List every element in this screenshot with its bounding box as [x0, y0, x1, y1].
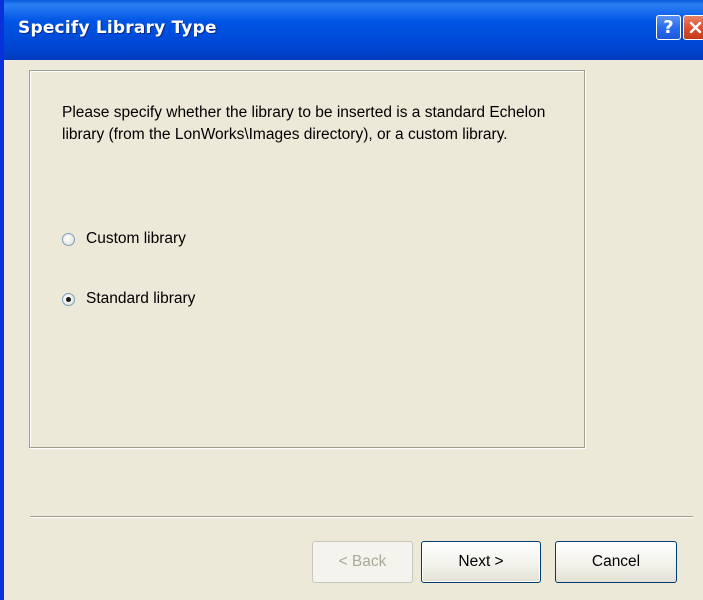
standard-library-label[interactable]: Standard library — [86, 290, 195, 308]
next-button[interactable]: Next > — [421, 541, 541, 583]
help-button[interactable]: ? — [656, 15, 681, 40]
standard-library-radio[interactable] — [62, 292, 75, 306]
standard-library-option[interactable]: Standard library — [62, 289, 195, 309]
close-button[interactable] — [683, 15, 703, 40]
title-bar[interactable]: Specify Library Type ? — [4, 0, 703, 60]
instruction-text: Please specify whether the library to be… — [62, 104, 546, 143]
help-icon: ? — [663, 17, 674, 38]
cancel-button[interactable]: Cancel — [555, 541, 677, 583]
close-icon — [689, 21, 702, 34]
custom-library-option[interactable]: Custom library — [62, 229, 186, 249]
back-button[interactable]: < Back — [312, 541, 413, 583]
footer-separator — [30, 516, 693, 518]
window-title: Specify Library Type — [18, 18, 217, 38]
custom-library-label[interactable]: Custom library — [86, 230, 186, 248]
custom-library-radio[interactable] — [62, 232, 75, 246]
